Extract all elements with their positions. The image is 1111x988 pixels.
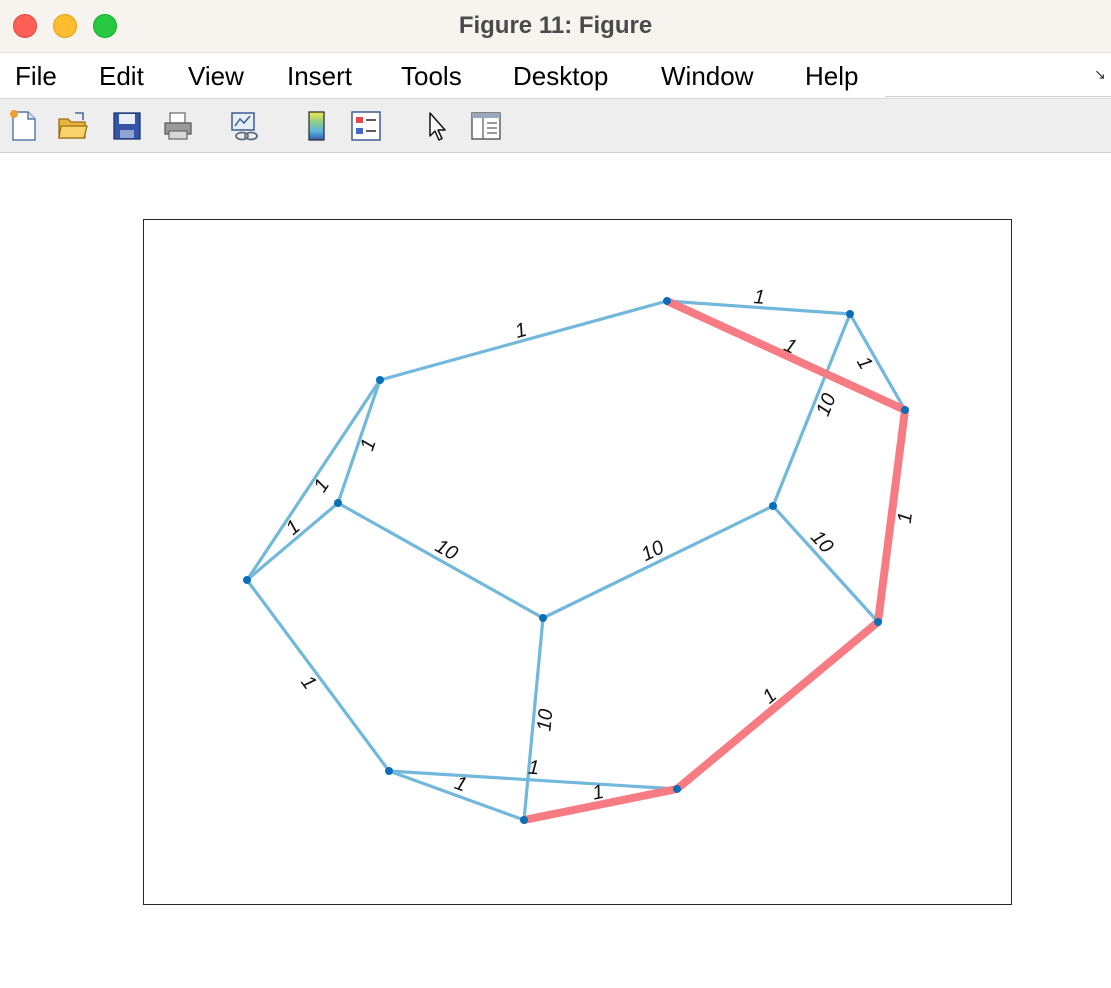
edge-weight-label: 1: [513, 319, 530, 343]
graph-node: [673, 785, 681, 793]
graph-edge: [771, 504, 880, 624]
graph-plot: 11111011011110 101101111: [243, 286, 917, 824]
graph-node: [539, 614, 547, 622]
edge-weight-label: 1: [310, 475, 334, 496]
edges-layer: [245, 297, 909, 824]
graph-edge: [245, 579, 391, 772]
graph-node: [376, 376, 384, 384]
graph-node: [874, 618, 882, 626]
edge-weight-label: 1: [356, 436, 380, 454]
edge-weight-label: 1: [894, 511, 917, 525]
graph-edge: [245, 501, 340, 582]
edge-weight-label: 10: [806, 526, 837, 557]
nodes-layer: [243, 297, 909, 824]
edge-weight-label: 1: [528, 757, 540, 780]
graph-node: [243, 576, 251, 584]
graph-node: [334, 499, 342, 507]
edge-weight-label: 10: [533, 708, 557, 732]
graph-node: [385, 767, 393, 775]
edge-weight-label: 1: [781, 334, 800, 359]
edge-weight-label: 1: [852, 353, 877, 374]
graph-node: [769, 502, 777, 510]
graph-node: [663, 297, 671, 305]
graph-node: [520, 816, 528, 824]
graph-edge: [542, 504, 774, 620]
edge-weight-label: 1: [753, 286, 766, 309]
graph-edge-highlighted: [674, 618, 881, 793]
graph-edge: [337, 501, 544, 620]
graph-node: [846, 310, 854, 318]
figure-window: Figure 11: Figure File Edit View Insert …: [0, 0, 1111, 988]
edge-weight-label: 10: [638, 536, 668, 566]
edge-weight-label: 10: [431, 535, 461, 565]
edge-weight-label: 1: [296, 672, 320, 694]
edge-labels-layer: 11111011011110 101101111: [282, 286, 917, 804]
graph-node: [901, 406, 909, 414]
